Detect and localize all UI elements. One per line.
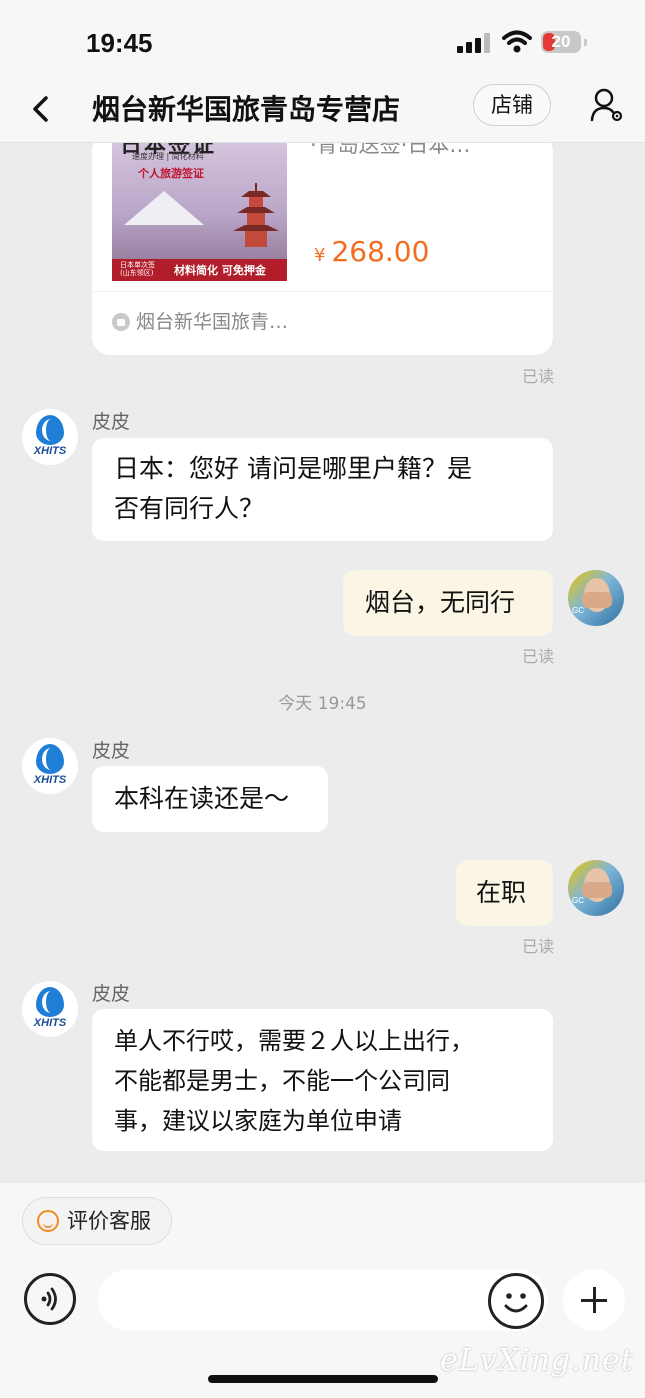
voice-input-button[interactable] (24, 1273, 76, 1325)
avatar-logo-text: XHITS (33, 445, 67, 457)
product-card[interactable]: 日本签证 速度办理 | 简化材料 个人旅游签证 日本单次签 (山东领区) 材料简化… (92, 143, 553, 355)
sender-name: 皮皮 (92, 740, 131, 762)
message-bubble[interactable]: 本科在读还是～ (92, 766, 328, 832)
message-bubble[interactable]: 日本：您好 请问是哪里户籍？是 否有同行人？ (92, 438, 553, 541)
watermark: eLvXing.net (440, 1343, 634, 1378)
currency-symbol: ¥ (314, 245, 326, 266)
banner-main-text: 材料简化 可免押金 (174, 264, 266, 277)
message-line: 否有同行人？ (114, 494, 265, 523)
nav-bar: 烟台新华国旅青岛专营店 店铺 (0, 80, 645, 143)
sender-name: 皮皮 (92, 411, 131, 433)
agent-avatar[interactable]: XHITS (22, 409, 78, 465)
chat-timestamp: 今天 19:45 (278, 694, 367, 714)
pagoda-illustration (233, 183, 279, 247)
banner-small-text: 日本单次签 (120, 261, 155, 269)
clock: 19:45 (86, 28, 153, 58)
product-shop-link[interactable]: 烟台新华国旅青… (112, 307, 288, 334)
shop-button[interactable]: 店铺 (473, 84, 551, 126)
wifi-icon (502, 30, 532, 53)
my-message-bubble[interactable]: 烟台，无同行 (343, 570, 553, 636)
my-avatar[interactable]: GC (568, 570, 624, 626)
price-value: 268.00 (331, 235, 430, 268)
product-shop-name: 烟台新华国旅青… (136, 311, 289, 333)
agent-avatar[interactable]: XHITS (22, 981, 78, 1037)
agent-avatar[interactable]: XHITS (22, 738, 78, 794)
message-line: 烟台，无同行 (365, 588, 516, 617)
battery-icon: 20 (541, 31, 587, 53)
read-status: 已读 (522, 647, 555, 666)
product-image-banner: 日本单次签 (山东领区) 材料简化 可免押金 (112, 259, 287, 281)
message-line: 在职 (476, 878, 527, 907)
rate-service-button[interactable]: 评价客服 (22, 1197, 172, 1245)
chat-area[interactable]: 日本签证 速度办理 | 简化材料 个人旅游签证 日本单次签 (山东领区) 材料简化… (0, 143, 645, 1183)
message-line: 单人不行哎，需要２人以上出行， (114, 1027, 474, 1055)
cellular-signal-icon (457, 33, 491, 53)
smile-icon (37, 1210, 59, 1232)
rate-service-label: 评价客服 (67, 1209, 151, 1233)
emoji-button[interactable] (488, 1273, 544, 1329)
home-indicator[interactable] (208, 1375, 438, 1383)
message-line: 本科在读还是～ (114, 784, 290, 813)
bottom-bar: 评价客服 eLvXing.net (0, 1183, 645, 1398)
user-settings-icon[interactable] (589, 86, 625, 126)
back-arrow-icon[interactable] (28, 94, 54, 124)
banner-region-text: (山东领区) (120, 269, 154, 277)
battery-percent: 20 (551, 32, 571, 51)
product-image-subtitle: 速度办理 | 简化材料 (132, 152, 204, 161)
voice-icon (41, 1287, 57, 1311)
product-image: 日本签证 速度办理 | 简化材料 个人旅游签证 日本单次签 (山东领区) 材料简化… (112, 143, 287, 281)
avatar-logo-text: XHITS (33, 774, 67, 786)
read-status: 已读 (522, 937, 555, 956)
my-message-bubble[interactable]: 在职 (456, 860, 553, 926)
message-input[interactable] (98, 1269, 548, 1331)
avatar-caption: GC (572, 896, 584, 905)
message-line: 不能都是男士，不能一个公司同 (114, 1067, 450, 1095)
product-description: ·青岛送签·日本… (310, 143, 471, 157)
fuji-illustration (124, 191, 204, 225)
more-actions-button[interactable] (563, 1269, 625, 1331)
product-image-tagline: 个人旅游签证 (138, 167, 204, 180)
read-status: 已读 (522, 367, 555, 386)
card-divider (92, 291, 553, 292)
avatar-caption: GC (572, 606, 584, 615)
message-bubble[interactable]: 单人不行哎，需要２人以上出行， 不能都是男士，不能一个公司同 事，建议以家庭为单… (92, 1009, 553, 1151)
chat-title: 烟台新华国旅青岛专营店 (92, 93, 401, 126)
emoji-icon (504, 1293, 528, 1313)
message-line: 事，建议以家庭为单位申请 (114, 1107, 402, 1135)
sender-name: 皮皮 (92, 983, 131, 1005)
my-avatar[interactable]: GC (568, 860, 624, 916)
avatar-logo-text: XHITS (33, 1017, 67, 1029)
message-line: 日本：您好 请问是哪里户籍？是 (114, 454, 472, 483)
product-price: ¥268.00 (314, 235, 429, 268)
store-icon (112, 313, 130, 331)
status-bar: 19:45 20 (0, 0, 645, 80)
